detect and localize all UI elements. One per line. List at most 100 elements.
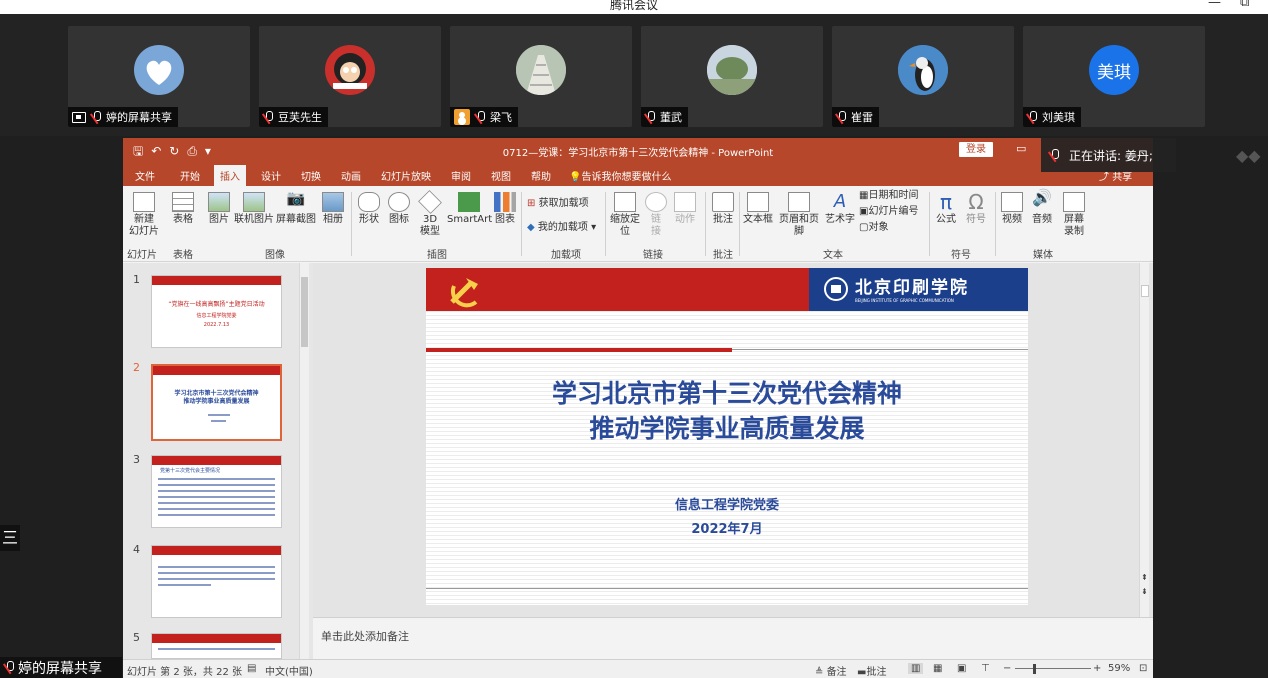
- slide-thumbnail[interactable]: [151, 545, 282, 618]
- participant-tile[interactable]: 婷的屏幕共享: [68, 26, 250, 127]
- next-slide-icon[interactable]: ⇟: [1141, 587, 1148, 596]
- participant-namebar: 梁飞: [450, 107, 518, 127]
- restore-icon[interactable]: ⧉: [1240, 0, 1249, 10]
- tab-animations[interactable]: 动画: [341, 168, 361, 183]
- table-button[interactable]: 表格: [171, 192, 195, 226]
- tab-review[interactable]: 审阅: [451, 168, 471, 183]
- zoom-out-icon[interactable]: −: [1003, 663, 1011, 674]
- tab-insert[interactable]: 插入: [214, 165, 246, 188]
- thumb-title: 党第十三次党代会主要情况: [160, 468, 221, 474]
- slide-thumbnail-selected[interactable]: 学习北京市第十三次党代会精神 推动学院事业高质量发展: [151, 364, 282, 441]
- slide-number-button[interactable]: ▣幻灯片编号: [859, 206, 918, 218]
- side-panel-toggle[interactable]: 三: [0, 525, 20, 551]
- zoom-slider-thumb[interactable]: [1033, 664, 1036, 674]
- datetime-button[interactable]: ▦日期和时间: [859, 190, 918, 202]
- slide-thumbnail[interactable]: “党旗在一线高高飘扬”主题党日活动 信息工程学院党委 2022.7.13: [151, 275, 282, 348]
- scroll-thumb[interactable]: [301, 277, 308, 347]
- notes-placeholder: 单击此处添加备注: [321, 630, 409, 643]
- shapes-button[interactable]: 形状: [357, 192, 381, 226]
- participant-tile[interactable]: 美琪 刘美琪: [1023, 26, 1205, 127]
- new-slide-button[interactable]: 新建 幻灯片: [129, 192, 159, 238]
- zoom-in-icon[interactable]: +: [1093, 663, 1101, 674]
- wordart-icon: A: [833, 191, 847, 212]
- screenshot-button[interactable]: 📷 屏幕截图: [276, 191, 316, 226]
- notes-pane[interactable]: 单击此处添加备注: [313, 617, 1153, 659]
- zoom-level[interactable]: 59%: [1108, 663, 1130, 674]
- slideshow-icon[interactable]: ⊤: [981, 663, 990, 674]
- tab-home[interactable]: 开始: [180, 168, 200, 183]
- zoom-button[interactable]: 缩放定 位: [609, 192, 641, 238]
- comment-button[interactable]: 批注: [711, 192, 735, 226]
- fit-slide-icon[interactable]: ⊡: [1139, 663, 1147, 674]
- comments-toggle[interactable]: ▬批注: [857, 663, 886, 678]
- participant-tile[interactable]: 梁飞: [450, 26, 632, 127]
- notes-toggle[interactable]: ≜ 备注: [815, 663, 847, 678]
- ribbon-display-icon[interactable]: ▭: [1016, 142, 1026, 155]
- language[interactable]: 中文(中国): [265, 663, 313, 678]
- tab-view[interactable]: 视图: [491, 168, 511, 183]
- equation-button[interactable]: π 公式: [933, 192, 959, 226]
- album-button[interactable]: 相册: [321, 192, 345, 226]
- participant-tile[interactable]: 董武: [641, 26, 823, 127]
- expand-icon[interactable]: ◆◆: [1236, 146, 1261, 165]
- link-icon: [645, 192, 667, 212]
- 3d-model-button[interactable]: 3D 模型: [418, 190, 442, 238]
- my-addins-button[interactable]: ◆ 我的加载项 ▾: [527, 222, 596, 234]
- spellcheck-icon[interactable]: ▤: [247, 663, 256, 674]
- group-label-comments: 批注: [713, 250, 733, 261]
- thumbnail-scrollbar[interactable]: [299, 263, 309, 659]
- online-picture-button[interactable]: 联机图片: [234, 192, 274, 226]
- scroll-thumb[interactable]: [1141, 285, 1149, 297]
- tab-design[interactable]: 设计: [261, 168, 281, 183]
- album-label: 相册: [323, 214, 343, 225]
- smartart-button[interactable]: SmartArt: [447, 192, 492, 226]
- header-footer-button[interactable]: 页眉和页脚: [775, 192, 823, 238]
- speaking-label: 正在讲话: 姜丹;: [1069, 148, 1153, 163]
- participant-tile[interactable]: 崔雷: [832, 26, 1014, 127]
- login-button[interactable]: 登录: [959, 142, 993, 157]
- group-label-text: 文本: [823, 250, 843, 261]
- mic-muted-icon: [475, 110, 485, 124]
- slide-sorter-icon[interactable]: ▦: [933, 663, 942, 674]
- zoom-slider[interactable]: [1015, 668, 1091, 669]
- participant-namebar: 豆芙先生: [259, 107, 328, 127]
- slide-thumbnail[interactable]: 党第十三次党代会主要情况: [151, 455, 282, 528]
- minimize-icon[interactable]: —: [1208, 0, 1221, 10]
- tab-transitions[interactable]: 切换: [301, 168, 321, 183]
- slide-editor: 北京印刷学院 BEIJING INSTITUTE OF GRAPHIC COMM…: [313, 263, 1153, 617]
- picture-button[interactable]: 图片: [207, 192, 231, 226]
- symbol-button[interactable]: Ω 符号: [963, 192, 989, 226]
- video-button[interactable]: 视频: [999, 192, 1025, 226]
- icons-button[interactable]: 图标: [387, 192, 411, 226]
- prev-slide-icon[interactable]: ⇞: [1141, 573, 1148, 582]
- tree-icon: [707, 45, 757, 95]
- editor-scrollbar[interactable]: ⇞ ⇟: [1139, 263, 1149, 617]
- get-addins-label: 获取加载项: [538, 198, 589, 209]
- participant-tile[interactable]: 豆芙先生: [259, 26, 441, 127]
- tab-help[interactable]: 帮助: [531, 168, 551, 183]
- tab-file[interactable]: 文件: [135, 168, 155, 183]
- chart-button[interactable]: 图表: [493, 192, 517, 226]
- tab-slideshow[interactable]: 幻灯片放映: [381, 168, 431, 183]
- normal-view-icon[interactable]: ▥: [908, 663, 924, 674]
- tell-me-search[interactable]: 💡告诉我你想要做什么: [569, 168, 671, 183]
- link-button[interactable]: 链 接: [645, 192, 667, 238]
- comment-label: 批注: [713, 214, 733, 225]
- wordart-button[interactable]: A 艺术字: [825, 192, 855, 226]
- screen-record-button[interactable]: 屏幕 录制: [1061, 192, 1087, 238]
- audio-button[interactable]: 🔊 音频: [1029, 190, 1055, 226]
- action-button[interactable]: 动作: [673, 192, 697, 226]
- reading-view-icon[interactable]: ▣: [957, 663, 966, 674]
- gray-rule: [732, 349, 1028, 350]
- textbox-button[interactable]: 文本框: [743, 192, 773, 226]
- object-button[interactable]: ▢对象: [859, 222, 888, 234]
- slide-canvas[interactable]: 北京印刷学院 BEIJING INSTITUTE OF GRAPHIC COMM…: [426, 268, 1028, 605]
- get-addins-button[interactable]: ⊞ 获取加载项: [527, 198, 589, 210]
- thumb-number: 5: [133, 631, 140, 644]
- mic-muted-icon: [4, 661, 14, 674]
- thumb-sub: 推动学院事业高质量发展: [183, 398, 250, 405]
- thumb-number: 3: [133, 453, 140, 466]
- avatar: [325, 45, 375, 95]
- slide-thumbnail[interactable]: [151, 633, 282, 659]
- ribbon-separator: [521, 192, 522, 256]
